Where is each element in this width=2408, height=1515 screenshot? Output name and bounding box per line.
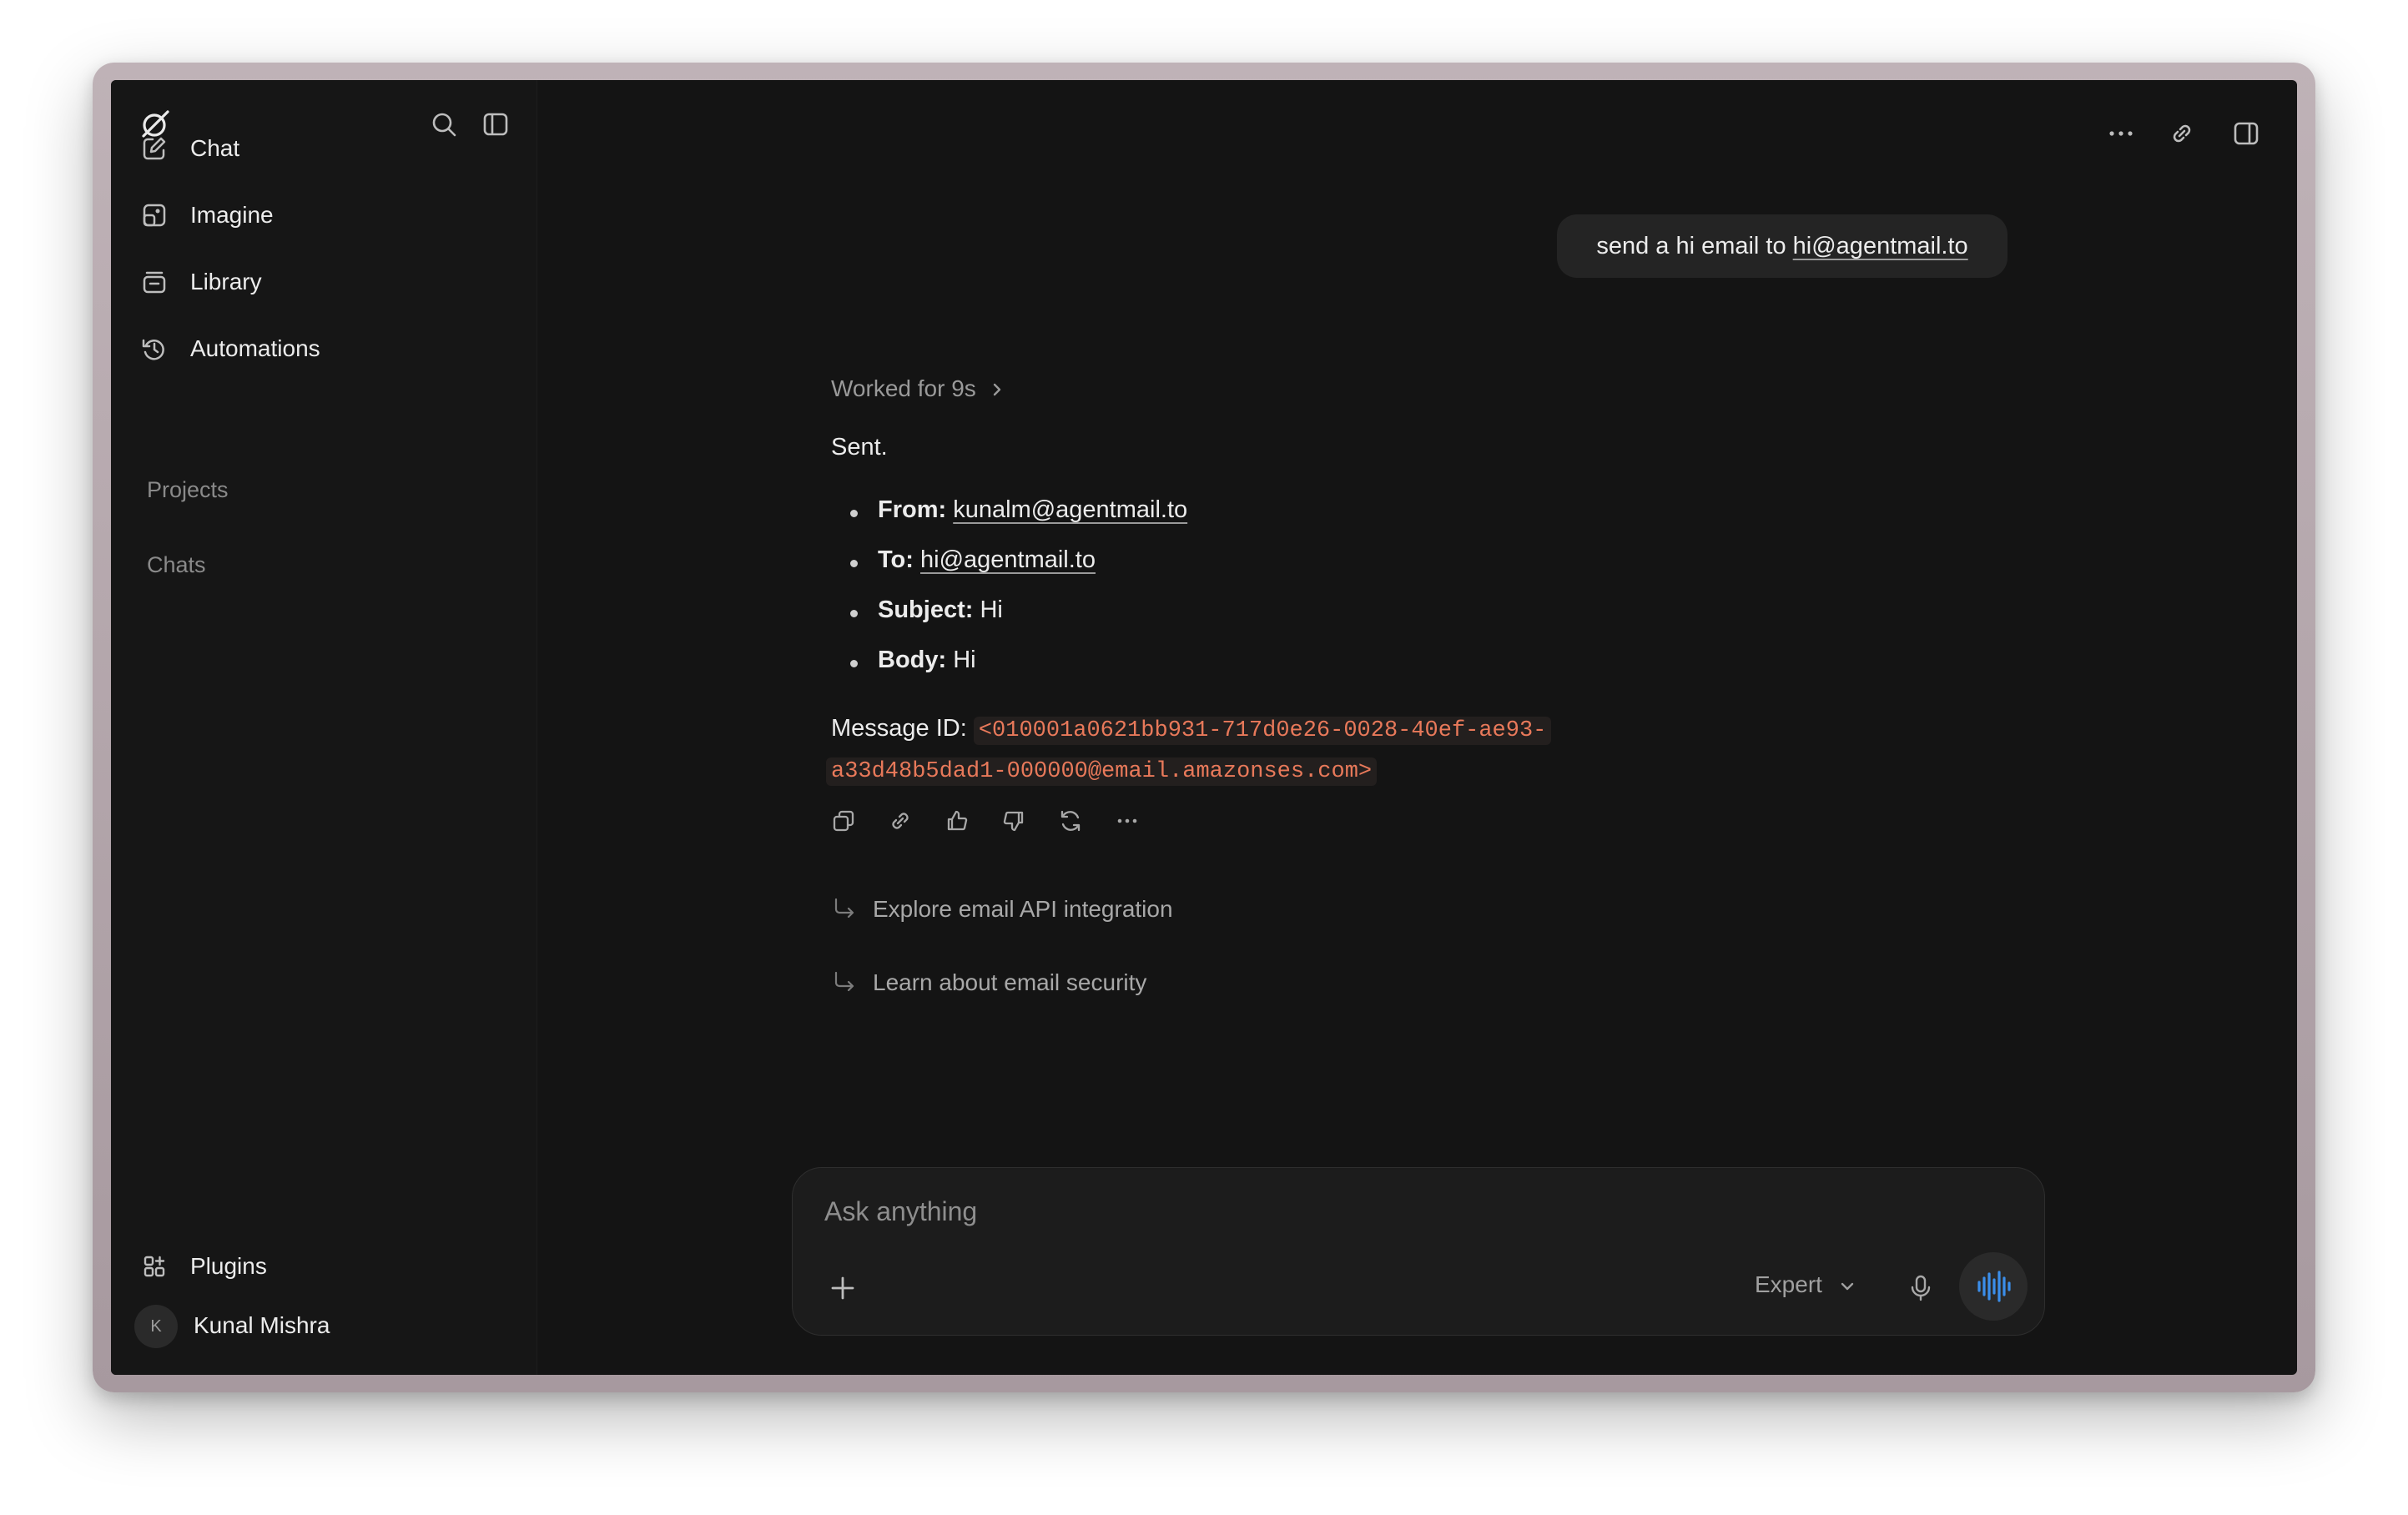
bullet <box>850 560 858 567</box>
reply-arrow-icon <box>834 971 854 992</box>
bullet <box>850 510 858 517</box>
avatar[interactable]: K <box>134 1305 178 1348</box>
sidebar: Chat Imagine Library Automations Project… <box>111 80 537 1375</box>
field-subject: Subject: Hi <box>878 596 1003 624</box>
chevron-right-icon <box>993 383 1000 396</box>
worked-for-toggle[interactable]: Worked for 9s <box>831 375 1003 402</box>
panel-toggle-icon[interactable] <box>2229 117 2263 150</box>
more-actions-icon[interactable] <box>1114 808 1141 834</box>
sidebar-item-plugins[interactable]: Plugins <box>141 1241 508 1291</box>
app-window: Chat Imagine Library Automations Project… <box>111 80 2297 1375</box>
from-email-link[interactable]: kunalm@agentmail.to <box>953 496 1187 523</box>
field-value: Hi <box>953 647 976 673</box>
edit-icon <box>143 137 166 160</box>
thumbs-down-icon[interactable] <box>1000 808 1027 834</box>
bullet <box>850 610 858 617</box>
field-key: Subject: <box>878 596 974 623</box>
user-name[interactable]: Kunal Mishra <box>194 1312 330 1339</box>
chevron-down-icon <box>1841 1282 1853 1291</box>
microphone-icon[interactable] <box>1907 1273 1934 1303</box>
sidebar-item-chat[interactable]: Chat <box>141 123 508 174</box>
projects-section-label[interactable]: Projects <box>147 477 229 503</box>
sidebar-item-automations[interactable]: Automations <box>141 324 508 374</box>
sidebar-item-label: Imagine <box>190 202 274 228</box>
bullet <box>850 660 858 667</box>
message-id-code-line1: <010001a0621bb931-717d0e26-0028-40ef-ae9… <box>973 717 1552 745</box>
sidebar-item-label: Plugins <box>190 1253 267 1279</box>
share-link-icon[interactable] <box>2165 117 2199 150</box>
regenerate-icon[interactable] <box>1057 808 1084 834</box>
suggestion-text: Explore email API integration <box>873 896 1173 922</box>
thumbs-up-icon[interactable] <box>944 808 970 834</box>
ask-input[interactable]: Ask anything <box>824 1196 977 1227</box>
image-icon <box>143 204 166 227</box>
clock-history-icon <box>142 339 164 360</box>
more-options-icon[interactable] <box>2104 117 2138 150</box>
copy-icon[interactable] <box>830 808 857 834</box>
model-mode-label: Expert <box>1755 1271 1822 1297</box>
add-attachment-icon[interactable] <box>828 1273 858 1303</box>
field-from: From: kunalm@agentmail.to <box>878 496 1187 524</box>
sidebar-item-library[interactable]: Library <box>141 257 508 307</box>
library-icon <box>143 271 166 294</box>
field-key: From: <box>878 496 947 523</box>
reply-intro: Sent. <box>831 434 888 461</box>
suggestion-explore-api[interactable]: Explore email API integration <box>831 889 1248 931</box>
model-mode-select[interactable]: Expert <box>1755 1271 1856 1298</box>
user-message-email-link[interactable]: hi@agentmail.to <box>1793 233 1968 259</box>
message-id: Message ID: <010001a0621bb931-717d0e26-0… <box>826 709 1582 791</box>
composer: Ask anything Expert <box>792 1167 2045 1336</box>
sidebar-item-imagine[interactable]: Imagine <box>141 190 508 240</box>
worked-for-label: Worked for 9s <box>831 375 976 401</box>
field-value: Hi <box>980 596 1003 623</box>
message-id-code-line2: a33d48b5dad1-000000@email.amazonses.com> <box>826 758 1378 786</box>
link-icon[interactable] <box>887 808 914 834</box>
message-id-label: Message ID: <box>831 715 967 742</box>
plugins-icon <box>144 1256 165 1277</box>
field-key: To: <box>878 546 914 573</box>
field-to: To: hi@agentmail.to <box>878 546 1096 574</box>
suggestion-email-security[interactable]: Learn about email security <box>831 963 1248 1004</box>
sidebar-item-label: Automations <box>190 335 320 361</box>
user-message-text: send a hi email to <box>1596 233 1793 259</box>
voice-waveform-icon <box>1977 1271 2011 1302</box>
field-key: Body: <box>878 647 947 673</box>
field-body: Body: Hi <box>878 647 976 674</box>
suggestion-text: Learn about email security <box>873 969 1147 995</box>
sidebar-item-label: Library <box>190 269 262 294</box>
to-email-link[interactable]: hi@agentmail.to <box>920 546 1096 573</box>
reply-arrow-icon <box>834 898 854 919</box>
voice-mode-button[interactable] <box>1959 1252 2028 1321</box>
chats-section-label[interactable]: Chats <box>147 552 206 578</box>
user-message-bubble: send a hi email to hi@agentmail.to <box>1557 214 2008 278</box>
sidebar-item-label: Chat <box>190 135 240 161</box>
